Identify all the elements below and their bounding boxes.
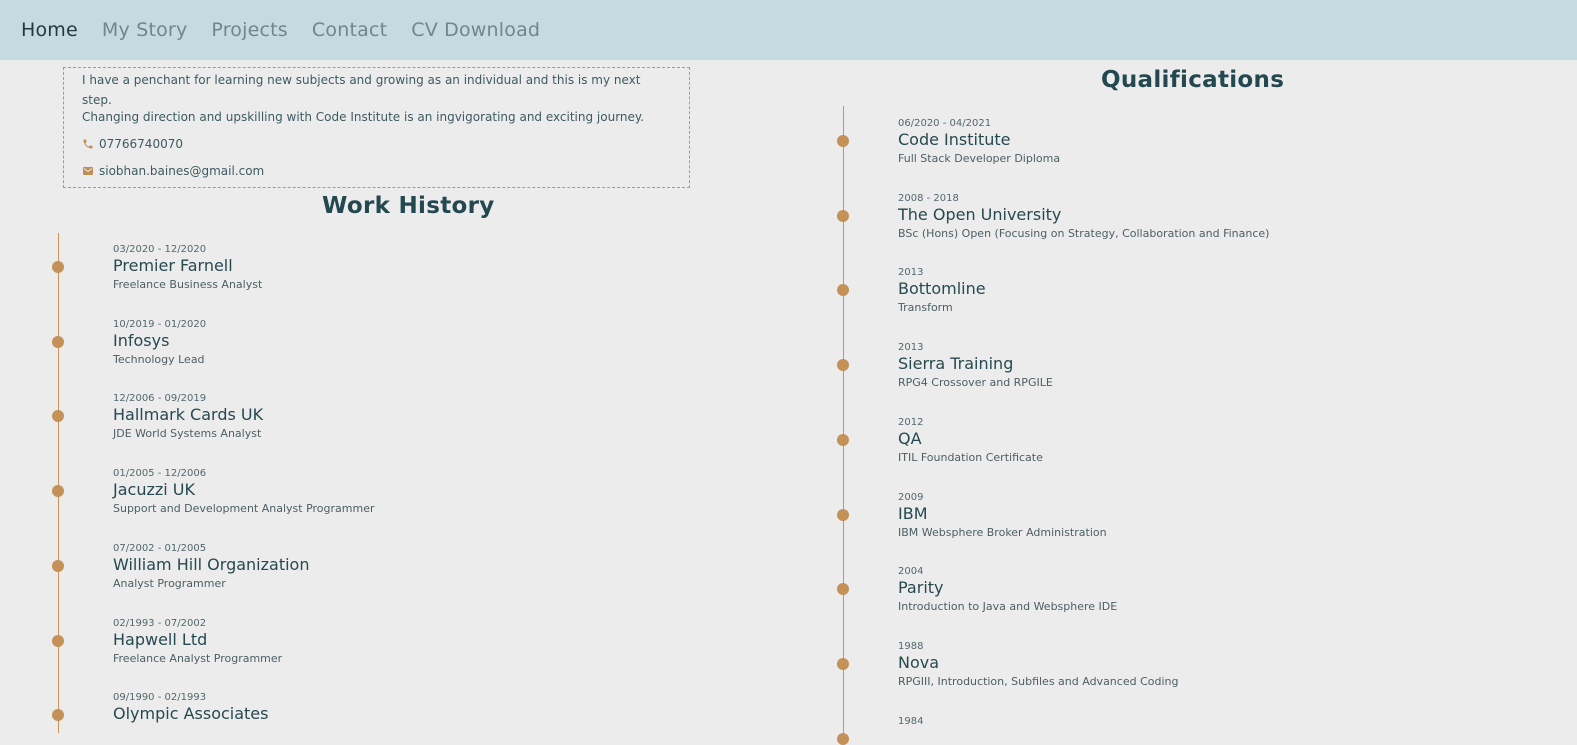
work-history-entry: 12/2006 - 09/2019 Hallmark Cards UK JDE Wo… [113,392,813,442]
qualifications-timeline-line [843,106,844,733]
qualification-entry-date: 1984 [898,715,924,727]
work-history-dot [52,634,64,647]
qualification-entry: 2013 Sierra Training RPG4 Crossover and RP… [898,341,1577,391]
work-history-entry-date: 10/2019 - 01/2020 [113,318,207,330]
work-history-entry: 03/2020 - 12/2020 Premier Farnell Freelanc… [113,243,813,293]
qualification-dot [837,359,849,372]
work-history-entry-title: Premier Farnell [113,256,233,275]
work-history-entry-subtitle: Technology Lead [113,352,205,366]
qualification-entry: 2009 IBM IBM Websphere Broker Administrati… [898,491,1577,541]
work-history-entry-subtitle: JDE World Systems Analyst [113,427,262,441]
qualifications-title: Qualifications [1101,67,1285,93]
qualification-entry-title: Bottomline [898,279,986,299]
qualification-entry: 2008 - 2018 The Open University BSc (Hons)… [898,192,1577,242]
qualification-dot [837,657,849,670]
qualification-entry-title: Nova [898,652,940,672]
qualification-entry-title: The Open University [898,204,1062,224]
qualification-entry-date: 2013 [898,267,924,279]
qualification-entry-date: 2012 [898,416,924,428]
qualification-entry-title: Code Institute [898,130,1011,149]
qualification-entry-subtitle: Full Stack Developer Diploma [898,152,1061,165]
work-history-entry: 02/1993 - 07/2002 Hapwell Ltd Freelance An… [113,617,813,667]
work-history-dot [52,335,64,348]
work-history-entry: 01/2005 - 12/2006 Jacuzzi UK Support and D… [113,467,813,517]
contact-email[interactable]: siobhan.baines@gmail.com [82,157,671,184]
work-history-timeline-line [58,233,59,733]
qualification-entry-title: Sierra Training [898,354,1014,374]
nav-projects-link[interactable]: Projects [211,19,288,41]
qualification-entry-date: 2008 - 2018 [898,192,959,204]
qualification-entry-subtitle: RPG4 Crossover and RPGILE [898,376,1053,390]
email-address: siobhan.baines@gmail.com [99,163,265,178]
qualification-dot [837,284,849,297]
qualification-entry: 2013 Bottomline Transform [898,266,1577,316]
qualification-entry-subtitle: Transform [898,301,953,315]
qualification-entry: 06/2020 - 04/2021 Code Institute Full Stac… [898,117,1577,167]
work-history-entry-date: 07/2002 - 01/2005 [113,542,207,554]
work-history-entry-title: Hapwell Ltd [113,629,208,649]
qualification-dot [837,732,849,745]
qualification-entry-title: IBM [898,503,928,523]
qualification-entry-title: Parity [898,578,944,598]
work-history-entry-title: Infosys [113,330,170,350]
qualification-entry-date: 2009 [898,491,924,503]
nav-my-story-link[interactable]: My Story [102,19,187,41]
work-history-entry-title: Hallmark Cards UK [113,405,264,425]
qualification-entry: 2012 QA ITIL Foundation Certificate [898,416,1577,466]
work-history-dot [52,559,64,572]
contact-phone[interactable]: 07766740070 [82,130,671,157]
work-history-entry-title: William Hill Organization [113,554,310,574]
intro-text-2: Changing direction and upskilling with C… [82,109,645,124]
qualification-entry: 2004 Parity Introduction to Java and Websp… [898,565,1577,615]
work-history-entry-date: 09/1990 - 02/1993 [113,692,207,704]
work-history-entry-subtitle: Freelance Analyst Programmer [113,651,283,665]
navbar: Home My Story Projects Contact CV Downlo… [0,0,1577,60]
qualification-entry: 1984 [898,715,1577,728]
qualification-entry-subtitle: ITIL Foundation Certificate [898,450,1043,464]
qualification-dot [837,583,849,596]
intro-box: I have a penchant for learning new subje… [63,67,690,188]
work-history-entry-date: 01/2005 - 12/2006 [113,468,207,480]
work-history-entry-subtitle: Freelance Business Analyst [113,278,263,291]
work-history-dot [52,709,64,722]
work-history-title: Work History [322,193,495,219]
work-history-entry-subtitle: Analyst Programmer [113,576,226,590]
work-history-entry-title: Olympic Associates [113,704,269,724]
nav-contact-link[interactable]: Contact [312,19,387,41]
work-history-entry-subtitle: Support and Development Analyst Programm… [113,502,375,516]
qualification-dot [837,209,849,222]
phone-number: 07766740070 [99,136,183,151]
phone-icon [82,138,94,150]
nav-cv-download-link[interactable]: CV Download [411,19,540,41]
work-history-dot [52,410,64,423]
qualification-entry-title: QA [898,428,922,448]
qualification-dot [837,508,849,521]
qualification-entry-date: 2013 [898,342,924,354]
work-history-entry: 10/2019 - 01/2020 Infosys Technology Lead [113,318,813,368]
work-history-entry-date: 03/2020 - 12/2020 [113,244,207,255]
work-history-entry-title: Jacuzzi UK [113,480,195,500]
qualification-dot [837,135,849,147]
work-history-entry: 07/2002 - 01/2005 William Hill Organizati… [113,542,813,592]
work-history-entry-date: 12/2006 - 09/2019 [113,393,207,405]
qualification-entry: 1988 Nova RPGIII, Introduction, Subfiles a… [898,640,1577,690]
qualification-entry-date: 2004 [898,566,924,578]
qualification-entry-date: 1988 [898,640,924,652]
qualification-entry-date: 06/2020 - 04/2021 [898,118,992,129]
qualification-entry-subtitle: RPGIII, Introduction, Subfiles and Advan… [898,674,1179,688]
qualification-entry-subtitle: IBM Websphere Broker Administration [898,525,1107,539]
work-history-dot [52,485,64,498]
envelope-icon [82,165,94,177]
qualification-entry-subtitle: BSc (Hons) Open (Focusing on Strategy, C… [898,226,1270,240]
intro-text-1: I have a penchant for learning new subje… [82,72,641,107]
nav-home-link[interactable]: Home [21,19,78,41]
qualification-dot [837,433,849,446]
work-history-dot [52,261,64,273]
qualification-entry-subtitle: Introduction to Java and Websphere IDE [898,600,1118,614]
work-history-entry-date: 02/1993 - 07/2002 [113,617,207,629]
work-history-entry: 09/1990 - 02/1993 Olympic Associates [113,691,813,724]
